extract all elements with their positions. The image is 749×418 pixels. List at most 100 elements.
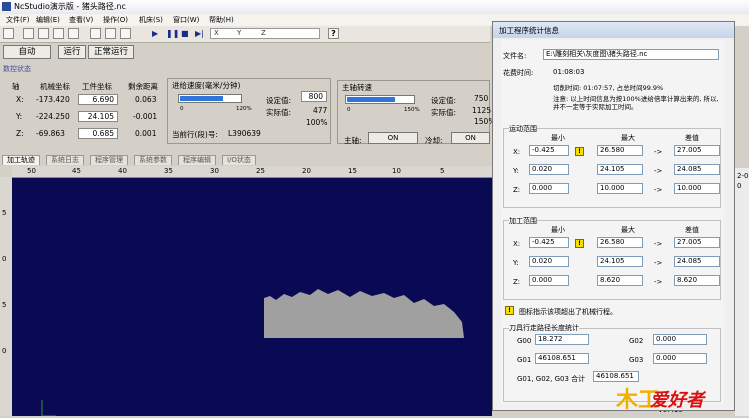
load-icon[interactable] <box>23 28 34 39</box>
g00-label: G00 <box>517 337 532 345</box>
axis-indicator <box>41 400 56 417</box>
spindle-on-button[interactable]: ON <box>368 132 418 144</box>
tick-top: 40 <box>118 167 127 175</box>
g03-value: 0.000 <box>653 353 707 364</box>
xyz-input[interactable]: X Y Z <box>210 28 320 39</box>
spindle-bar <box>345 95 415 104</box>
time-value: 01:08:03 <box>553 68 585 76</box>
process-max-x: 26.580 <box>597 237 643 248</box>
feed-actual-value: 477 <box>313 106 328 115</box>
process-max-z: 8.620 <box>597 275 643 286</box>
tab-edit[interactable]: 程序编辑 <box>178 155 216 165</box>
tab-program-manage[interactable]: 程序管理 <box>90 155 128 165</box>
axis-z: Z: <box>16 129 24 138</box>
menu-operate[interactable]: 操作(O) <box>103 15 128 25</box>
mode-run[interactable]: 运行 <box>58 45 86 59</box>
tab-io[interactable]: I/O状态 <box>222 155 256 165</box>
stop-icon[interactable]: ■ <box>181 29 189 38</box>
spindle-set-value: 750 <box>474 94 489 103</box>
g03-label: G03 <box>629 356 644 364</box>
tick-left: 0 <box>2 347 7 355</box>
play-icon[interactable]: ▶ <box>152 29 158 38</box>
menu-window[interactable]: 窗口(W) <box>173 15 199 25</box>
total-label: G01, G02, G03 合计 <box>517 375 586 383</box>
spindle-actual-value: 1125 <box>472 106 492 115</box>
track-icon[interactable] <box>90 28 101 39</box>
menu-edit[interactable]: 编辑(E) <box>36 15 60 25</box>
spindle-scale-min: 0 <box>347 107 351 113</box>
remaining-y: -0.001 <box>133 112 158 121</box>
process-diff-x: 27.005 <box>674 237 720 248</box>
spindle-scale-max: 150% <box>404 107 420 113</box>
line-label: 当前行(段)号: <box>172 130 218 139</box>
machine-x: -173.420 <box>36 95 70 104</box>
tab-bar: 加工轨迹 系统日志 程序管理 系统参数 程序编辑 I/O状态 <box>0 154 490 165</box>
logo-text: 爱好者 <box>650 390 704 411</box>
tick-top: 5 <box>440 167 445 175</box>
coolant-label: 冷却: <box>425 136 443 145</box>
motion-min-y: 0.020 <box>529 164 569 175</box>
track-canvas[interactable] <box>12 178 492 417</box>
title-bar: NcStudio演示版 - 猪头路径.nc <box>0 0 749 14</box>
menu-view[interactable]: 查看(V) <box>69 15 93 25</box>
feed-bar <box>178 94 242 103</box>
tab-track[interactable]: 加工轨迹 <box>2 155 40 165</box>
goto-icon[interactable]: ▶| <box>195 29 204 38</box>
list-icon[interactable] <box>53 28 64 39</box>
g02-label: G02 <box>629 337 644 345</box>
process-max-header: 最大 <box>621 226 635 234</box>
tick-top: 30 <box>210 167 219 175</box>
motion-diff-x: 27.005 <box>674 145 720 156</box>
window-icon[interactable] <box>38 28 49 39</box>
motion-diff-y: 24.085 <box>674 164 720 175</box>
machine-y: -224.250 <box>36 112 70 121</box>
coolant-button[interactable]: ON <box>451 132 490 144</box>
mode-normal-run[interactable]: 正常运行 <box>88 45 134 59</box>
grid-icon[interactable] <box>68 28 79 39</box>
edge-text: 2-0 <box>737 172 749 180</box>
feed-set-value[interactable]: 800 <box>301 91 327 102</box>
process-min-header: 最小 <box>551 226 565 234</box>
motion-axis-z: Z: <box>513 186 521 194</box>
tab-log[interactable]: 系统日志 <box>46 155 84 165</box>
motion-max-z: 10.000 <box>597 183 643 194</box>
stats-dialog: 加工程序统计信息 文件名: E:\雕刻相关\灰度图\猪头路径.nc 花费时间: … <box>492 21 735 411</box>
top-ruler: 50 45 40 35 30 25 20 15 10 5 <box>12 166 492 178</box>
time-label: 花费时间: <box>503 69 534 77</box>
dialog-titlebar: 加工程序统计信息 <box>493 22 734 38</box>
tab-params[interactable]: 系统参数 <box>134 155 172 165</box>
tick-left: 5 <box>2 301 7 309</box>
motion-title: 运动范围 <box>509 124 537 134</box>
time-note: 注意: 以上时间信息为按100%进给倍率计算出来的, 所以, 并不一定等于实际加… <box>553 95 719 111</box>
mode-auto[interactable]: 自动 <box>3 45 51 59</box>
menu-machine[interactable]: 机床(S) <box>139 15 163 25</box>
work-x: 6.690 <box>78 94 118 105</box>
tick-top: 50 <box>27 167 36 175</box>
process-axis-y: Y: <box>513 259 519 267</box>
arrow: -> <box>654 167 663 175</box>
spindle-on-label: 主轴: <box>344 136 362 145</box>
menu-help[interactable]: 帮助(H) <box>209 15 234 25</box>
app-icon <box>2 2 11 11</box>
motion-axis-x: X: <box>513 148 521 156</box>
reset-icon[interactable] <box>105 28 116 39</box>
process-min-x: -0.425 <box>529 237 569 248</box>
motion-min-x: -0.425 <box>529 145 569 156</box>
open-icon[interactable] <box>3 28 14 39</box>
process-title: 加工范围 <box>509 216 537 226</box>
menu-file[interactable]: 文件(F) <box>6 15 30 25</box>
axis-y: Y: <box>16 112 23 121</box>
pause-icon[interactable]: ❚❚ <box>166 29 179 38</box>
spindle-bar-fill <box>347 97 395 102</box>
file-field[interactable]: E:\雕刻相关\灰度图\猪头路径.nc <box>543 49 719 60</box>
help-icon[interactable]: ? <box>328 28 339 39</box>
track-surface <box>264 289 464 338</box>
process-axis-z: Z: <box>513 278 521 286</box>
arrow: -> <box>654 259 663 267</box>
dialog-title: 加工程序统计信息 <box>499 26 559 35</box>
process-diff-z: 8.620 <box>674 275 720 286</box>
watermark-logo: 木工 爱好者 <box>610 378 749 416</box>
header-machine: 机械坐标 <box>40 82 70 91</box>
mode-row: 自动 运行 正常运行 <box>0 43 490 61</box>
step-icon[interactable] <box>120 28 131 39</box>
